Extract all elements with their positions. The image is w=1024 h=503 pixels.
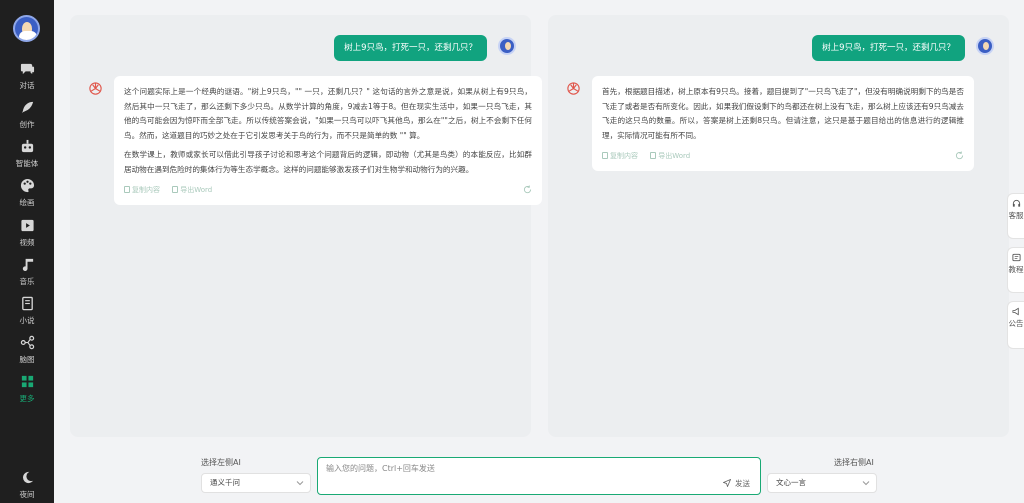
night-mode-toggle[interactable]: 夜间 xyxy=(0,470,54,503)
sidebar-item-video[interactable]: 视频 xyxy=(0,218,54,256)
openai-icon xyxy=(88,81,103,96)
mind-map-icon xyxy=(0,335,54,351)
user-avatar xyxy=(976,37,994,55)
right-chat-panel: 树上9只鸟，打死一只，还剩几只？ 首先，根据题目描述，树上原本有9只鸟。接着，题… xyxy=(548,15,1009,437)
question-input[interactable] xyxy=(318,458,760,494)
sidebar-item-label: 更多 xyxy=(19,394,35,403)
float-label: 教程 xyxy=(1008,265,1024,274)
card-actions: 复制内容 导出Word xyxy=(124,185,532,197)
left-chat-panel: 树上9只鸟，打死一只，还剩几只？ 这个问题实际上是一个经典的谜语。"树上9只鸟，… xyxy=(70,15,542,437)
chevron-down-icon xyxy=(296,480,304,486)
copy-icon xyxy=(602,152,608,159)
ai-response-paragraph: 在数学课上，教师或家长可以借此引导孩子讨论和思考这个问题背后的逻辑，即动物（尤其… xyxy=(124,150,532,174)
sidebar-item-more[interactable]: 更多 xyxy=(0,374,54,412)
copy-icon xyxy=(124,186,130,193)
palette-icon xyxy=(0,178,54,194)
sidebar-item-agent[interactable]: 智能体 xyxy=(0,139,54,177)
ai-response-paragraph: 首先，根据题目描述，树上原本有9只鸟。接着，题目提到了"一只鸟飞走了"，但没有明… xyxy=(602,87,964,140)
tutorial-button[interactable]: 教程 xyxy=(1007,247,1024,293)
right-ai-select-label: 选择右侧AI xyxy=(834,458,874,467)
user-avatar xyxy=(498,37,516,55)
headset-icon xyxy=(1012,199,1021,208)
copy-content-button[interactable]: 复制内容 xyxy=(124,185,160,195)
word-icon xyxy=(172,186,179,193)
user-message: 树上9只鸟，打死一只，还剩几只？ xyxy=(334,35,487,61)
music-note-icon xyxy=(0,257,54,273)
ai-response-card: 首先，根据题目描述，树上原本有9只鸟。接着，题目提到了"一只鸟飞走了"，但没有明… xyxy=(592,76,974,171)
chevron-down-icon xyxy=(862,480,870,486)
sidebar-item-novel[interactable]: 小说 xyxy=(0,296,54,334)
send-label: 发送 xyxy=(735,479,750,488)
robot-icon xyxy=(0,139,54,155)
send-button[interactable]: 发送 xyxy=(722,478,750,489)
sidebar-item-mindmap[interactable]: 脑图 xyxy=(0,335,54,373)
sidebar-item-create[interactable]: 创作 xyxy=(0,100,54,138)
question-input-box: 发送 xyxy=(317,457,761,495)
export-word-button[interactable]: 导出Word xyxy=(172,185,212,195)
sidebar-item-music[interactable]: 音乐 xyxy=(0,257,54,295)
card-actions: 复制内容 导出Word xyxy=(602,151,964,163)
customer-service-button[interactable]: 客服 xyxy=(1007,193,1024,239)
sidebar-item-label: 视频 xyxy=(19,238,35,247)
word-icon xyxy=(650,152,657,159)
video-play-icon xyxy=(0,218,54,234)
book-icon xyxy=(0,296,54,312)
export-word-button[interactable]: 导出Word xyxy=(650,151,690,161)
refresh-icon[interactable] xyxy=(523,185,532,194)
sidebar-item-label: 创作 xyxy=(19,120,35,129)
refresh-icon[interactable] xyxy=(955,151,964,160)
app-logo[interactable] xyxy=(13,15,40,42)
sidebar: 对话 创作 智能体 绘画 视频 音乐 小说 脑图 更多 夜间 xyxy=(0,0,54,503)
left-ai-select[interactable]: 通义千问 xyxy=(201,473,311,493)
announcement-button[interactable]: 公告 xyxy=(1007,301,1024,349)
sidebar-item-label: 智能体 xyxy=(15,159,39,168)
float-label: 客服 xyxy=(1008,211,1024,220)
sidebar-item-paint[interactable]: 绘画 xyxy=(0,178,54,216)
sidebar-item-label: 绘画 xyxy=(19,198,35,207)
sidebar-item-chat[interactable]: 对话 xyxy=(0,61,54,99)
float-label: 公告 xyxy=(1008,319,1024,328)
right-ai-select-value: 文心一言 xyxy=(776,478,806,487)
sidebar-item-label: 对话 xyxy=(19,81,35,90)
chat-bubble-icon xyxy=(0,61,54,77)
grid-icon xyxy=(0,374,54,390)
sidebar-item-label: 脑图 xyxy=(19,355,35,364)
moon-icon xyxy=(0,470,54,486)
ai-response-card: 这个问题实际上是一个经典的谜语。"树上9只鸟，"" 一只，还剩几只？" 这句话的… xyxy=(114,76,542,205)
left-ai-select-value: 通义千问 xyxy=(210,478,240,487)
left-ai-select-label: 选择左侧AI xyxy=(201,458,241,467)
copy-content-button[interactable]: 复制内容 xyxy=(602,151,638,161)
right-ai-select[interactable]: 文心一言 xyxy=(767,473,877,493)
feather-icon xyxy=(0,100,54,116)
sidebar-item-label: 小说 xyxy=(19,316,35,325)
ai-response-paragraph: 这个问题实际上是一个经典的谜语。"树上9只鸟，"" 一只，还剩几只？" 这句话的… xyxy=(124,87,532,140)
announcement-icon xyxy=(1011,307,1021,316)
openai-icon xyxy=(566,81,581,96)
night-mode-label: 夜间 xyxy=(19,490,35,499)
tutorial-icon xyxy=(1011,253,1021,262)
user-message: 树上9只鸟，打死一只，还剩几只？ xyxy=(812,35,965,61)
sidebar-item-label: 音乐 xyxy=(19,277,35,286)
send-icon xyxy=(722,479,731,487)
